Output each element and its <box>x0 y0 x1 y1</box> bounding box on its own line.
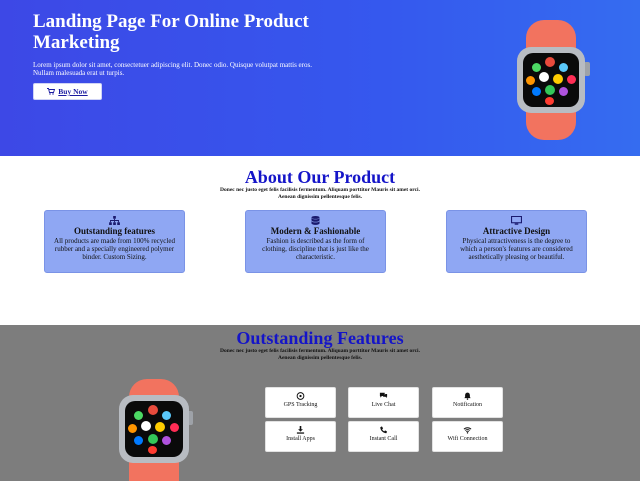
feature-install-apps[interactable]: Install Apps <box>265 421 336 452</box>
card-modern-fashionable: Modern & Fashionable Fashion is describe… <box>245 210 386 273</box>
wifi-icon <box>463 427 472 434</box>
features-title: Outstanding Features <box>236 328 404 348</box>
chat-icon <box>379 392 388 398</box>
card-attractive-design: Attractive Design Physical attractivenes… <box>446 210 587 273</box>
feature-label: GPS Tracking <box>283 402 318 408</box>
monitor-icon <box>511 216 522 225</box>
buy-now-button[interactable]: Buy Now <box>33 83 102 100</box>
phone-icon <box>380 426 388 434</box>
card-text: Fashion is described as the form of clot… <box>262 237 369 261</box>
cart-icon <box>47 88 56 95</box>
database-icon <box>311 216 320 225</box>
card-title: Attractive Design <box>482 226 551 236</box>
compass-icon <box>296 392 305 400</box>
feature-gps-tracking[interactable]: GPS Tracking <box>265 387 336 418</box>
card-text: All products are made from 100% recycled… <box>54 237 175 261</box>
feature-label: Install Apps <box>286 436 315 442</box>
features-watch-image <box>117 379 197 481</box>
about-title: About Our Product <box>244 167 396 187</box>
hero-title: Landing Page For Online Product Marketin… <box>33 11 309 53</box>
card-title: Modern & Fashionable <box>270 226 361 236</box>
hero-text: Lorem ipsum dolor sit amet, consectetuer… <box>33 61 312 77</box>
hero-watch-image <box>514 20 594 140</box>
card-text: Physical attractiveness is the degree to… <box>460 237 573 261</box>
feature-label: Instant Call <box>369 436 398 442</box>
feature-label: Notification <box>453 402 482 408</box>
hero-section: Landing Page For Online Product Marketin… <box>0 0 640 156</box>
features-subtitle: Donec nec justo eget felis facilisis fer… <box>220 348 420 361</box>
features-section: Outstanding Features Donec nec justo ege… <box>0 325 640 481</box>
card-outstanding-features: Outstanding features All products are ma… <box>44 210 185 273</box>
card-title: Outstanding features <box>73 226 156 236</box>
feature-live-chat[interactable]: Live Chat <box>348 387 419 418</box>
sitemap-icon <box>109 216 120 225</box>
about-subtitle: Donec nec justo eget felis facilisis fer… <box>220 187 420 200</box>
feature-wifi-connection[interactable]: Wifi Connection <box>432 421 503 452</box>
feature-label: Live Chat <box>371 402 396 408</box>
feature-label: Wifi Connection <box>447 436 488 442</box>
bell-icon <box>464 392 471 400</box>
feature-notification[interactable]: Notification <box>432 387 503 418</box>
buy-now-label: Buy Now <box>58 87 88 96</box>
feature-instant-call[interactable]: Instant Call <box>348 421 419 452</box>
download-icon <box>296 426 305 434</box>
